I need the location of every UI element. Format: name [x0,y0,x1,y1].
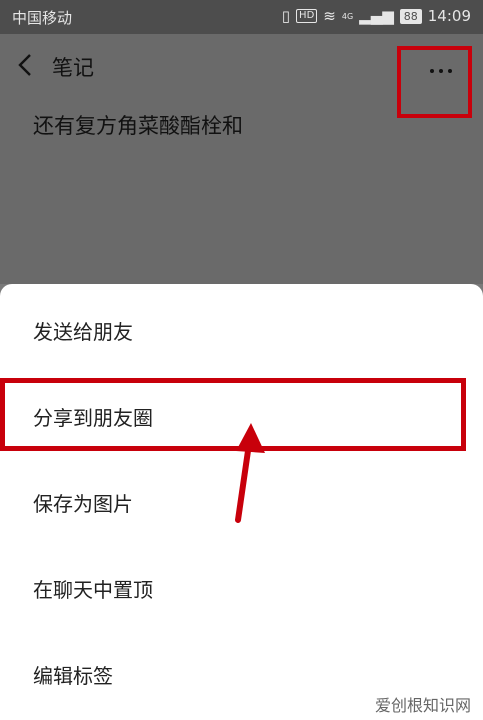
hd-icon: HD [296,9,318,23]
status-icons: ▯ HD ≋ 4G ▂▄▆ 88 14:09 [282,7,471,25]
network-type: 4G [341,11,354,21]
menu-item-pin-in-chat[interactable]: 在聊天中置顶 [0,544,483,630]
arrow-up-icon [235,423,265,523]
menu-item-label: 在聊天中置顶 [33,578,153,602]
page-title: 笔记 [52,56,94,80]
menu-item-label: 编辑标签 [33,664,113,688]
menu-item-send-to-friend[interactable]: 发送给朋友 [0,286,483,372]
clock: 14:09 [427,7,471,25]
chevron-left-icon[interactable] [14,50,38,80]
wifi-icon: ≋ [323,7,336,25]
note-title: 还有复方角菜酸酯栓和 [33,114,243,138]
watermark: 爱创根知识网 [375,692,471,716]
more-highlight-box [397,46,472,118]
carrier-label: 中国移动 [12,9,73,27]
menu-item-label: 发送给朋友 [33,320,133,344]
signal-icon: ▂▄▆ [359,7,394,25]
vibrate-icon: ▯ [281,7,291,25]
status-bar: 中国移动 ▯ HD ≋ 4G ▂▄▆ 88 14:09 [0,0,483,34]
battery-icon: 88 [399,8,422,24]
menu-item-label: 保存为图片 [33,492,133,516]
watermark-text: 爱创根知识网 [374,696,471,715]
